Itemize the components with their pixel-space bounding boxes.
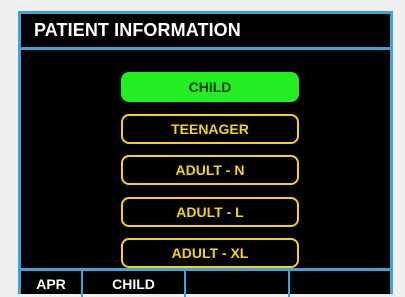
option-child-button[interactable]: CHILD — [121, 72, 299, 102]
status-cell-4 — [290, 271, 390, 297]
status-patient-type: CHILD — [83, 271, 186, 297]
patient-type-options: CHILD TEENAGER ADULT - N ADULT - L ADULT… — [21, 50, 390, 268]
option-adult-l-button[interactable]: ADULT - L — [121, 197, 299, 227]
status-cell-3 — [186, 271, 290, 297]
patient-info-screen: PATIENT INFORMATION CHILD TEENAGER ADULT… — [18, 11, 393, 297]
option-adult-xl-button[interactable]: ADULT - XL — [121, 238, 299, 268]
page-title: PATIENT INFORMATION — [21, 14, 390, 50]
option-teenager-button[interactable]: TEENAGER — [121, 114, 299, 144]
option-adult-n-button[interactable]: ADULT - N — [121, 155, 299, 185]
status-mode: APR — [21, 271, 83, 297]
status-bar: APR CHILD — [21, 268, 390, 297]
